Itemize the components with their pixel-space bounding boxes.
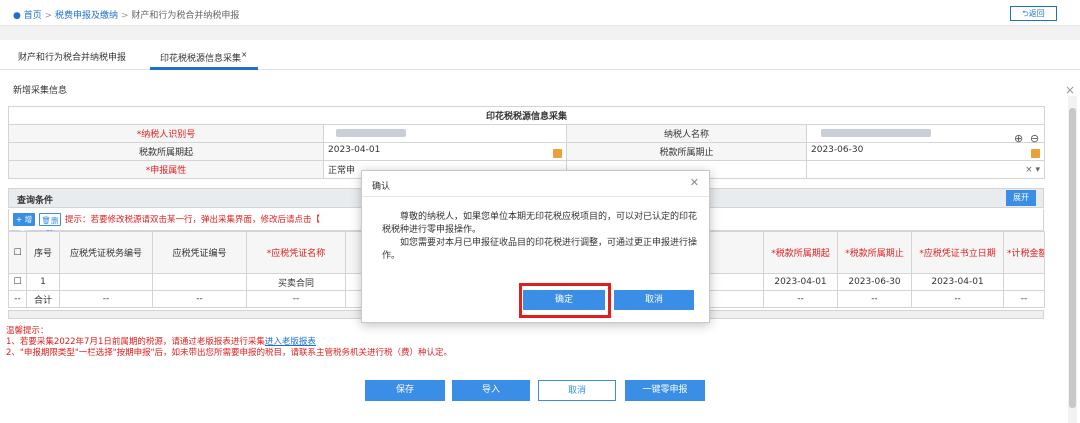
dialog-cancel-button[interactable]: 取消 <box>614 290 694 310</box>
dialog-ok-button[interactable]: 确定 <box>523 290 605 310</box>
dialog-title: 确认 <box>372 182 391 192</box>
dialog-paragraph-1: 尊敬的纳税人，如果您单位本期无印花税应税项目的，可以对已认定的印花税税种进行零申… <box>382 212 698 235</box>
dialog-divider <box>362 196 709 197</box>
confirm-dialog: 确认 ✕ 尊敬的纳税人，如果您单位本期无印花税应税项目的，可以对已认定的印花税税… <box>361 170 710 323</box>
dialog-close-icon[interactable]: ✕ <box>690 176 699 189</box>
dialog-paragraph-2: 如您需要对本月已申报征收品目的印花税进行调整，可通过更正申报进行操作。 <box>382 238 698 261</box>
dialog-body: 尊敬的纳税人，如果您单位本期无印花税应税项目的，可以对已认定的印花税税种进行零申… <box>382 211 700 263</box>
